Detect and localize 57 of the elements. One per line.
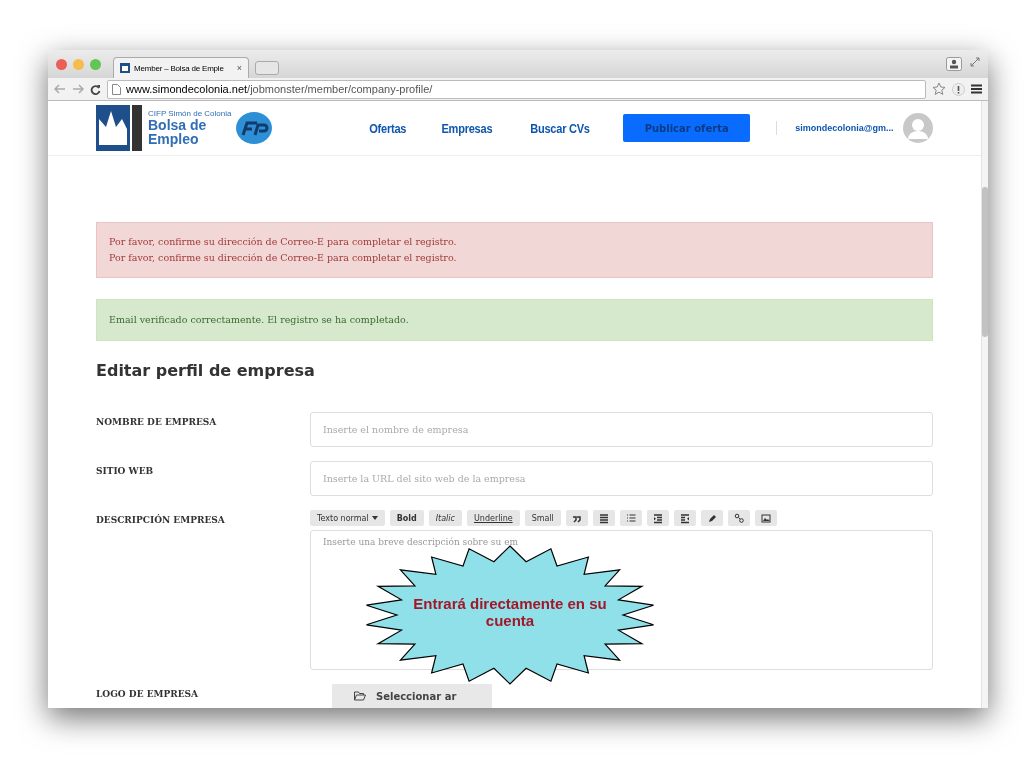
text-input-field[interactable]: Inserte el nombre de empresa [310,412,934,447]
image-icon [760,512,771,524]
text-input-field[interactable]: Inserte la URL del sito web de la empresa [310,461,934,496]
nav-link[interactable]: Empresas [441,120,493,136]
toolbar-button[interactable] [592,510,615,526]
profile-icon[interactable] [946,57,962,71]
format-button[interactable]: Small [524,510,561,526]
form-title: Editar perfil de empresa [96,361,316,380]
alert-message: Email verificado correctamente. El registro se ha completado. [109,313,410,327]
toolbar-button[interactable] [700,510,723,526]
toolbar-button[interactable] [727,510,750,526]
logo-title: Empleo [148,132,200,146]
star-icon[interactable] [932,82,946,96]
address-bar[interactable]: www.simondecolonia.net/jobmonster/member/company-profile/ [107,79,926,99]
folder-icon [354,691,366,701]
nav-link[interactable]: Buscar CVs [530,120,590,136]
logo-subtitle: CIFP Simón de Colonia [148,110,232,118]
outdent-icon [652,512,663,524]
alert-icon[interactable] [952,82,965,96]
toolbar-button[interactable] [754,510,777,526]
alert-message: Por favor, confirme su dirección de Correo-E para completar el registro. [109,251,458,265]
numbered-list-icon [625,512,636,524]
logo-mark-drawing [96,105,144,151]
logo-title: Bolsa de [148,118,208,132]
list-icon [598,512,609,524]
pencil-icon [706,512,717,524]
fullscreen-icon[interactable] [970,57,980,67]
nav-link[interactable]: Ofertas [369,120,407,136]
reload-icon[interactable] [90,83,101,95]
close-button[interactable] [56,58,67,70]
tab-close-button[interactable]: × [236,63,242,73]
link-icon [733,512,744,524]
url-text: www.simondecolonia.net/jobmonster/member/company-profile/ [126,83,433,95]
field-label: NOMBRE DE EMPRESA [96,416,218,429]
field-label: SITIO WEB [96,465,155,478]
fp-logo-icon [235,111,274,145]
browser-tab[interactable]: Member – Bolsa de Emple × [113,57,249,78]
callout-text: Entrará directamente en su cuenta [412,595,608,629]
menu-icon[interactable] [971,84,982,94]
toolbar-button[interactable] [646,510,669,526]
user-email-link[interactable]: simondecolonia@gm... [795,123,894,133]
text-style-dropdown[interactable]: Texto normal [310,510,385,526]
field-label: LOGO DE EMPRESA [96,688,200,701]
caret-icon [371,516,378,520]
tab-title: Member – Bolsa de Emple [134,63,225,73]
select-file-button[interactable]: Seleccionar ar [332,684,492,708]
field-label: DESCRIPCIÓN EMPRESA [96,513,226,527]
format-button[interactable]: Bold [389,510,424,526]
toolbar-button[interactable] [565,510,588,526]
site-favicon-icon [120,63,130,73]
format-button[interactable]: Italic [428,510,462,526]
scrollbar[interactable] [981,101,988,708]
toolbar-button[interactable] [673,510,696,526]
page-icon [112,83,121,95]
alert-message: Por favor, confirme su dirección de Correo-E para completar el registro. [109,235,458,249]
format-button[interactable]: Underline [466,510,520,526]
indent-icon [679,512,690,524]
